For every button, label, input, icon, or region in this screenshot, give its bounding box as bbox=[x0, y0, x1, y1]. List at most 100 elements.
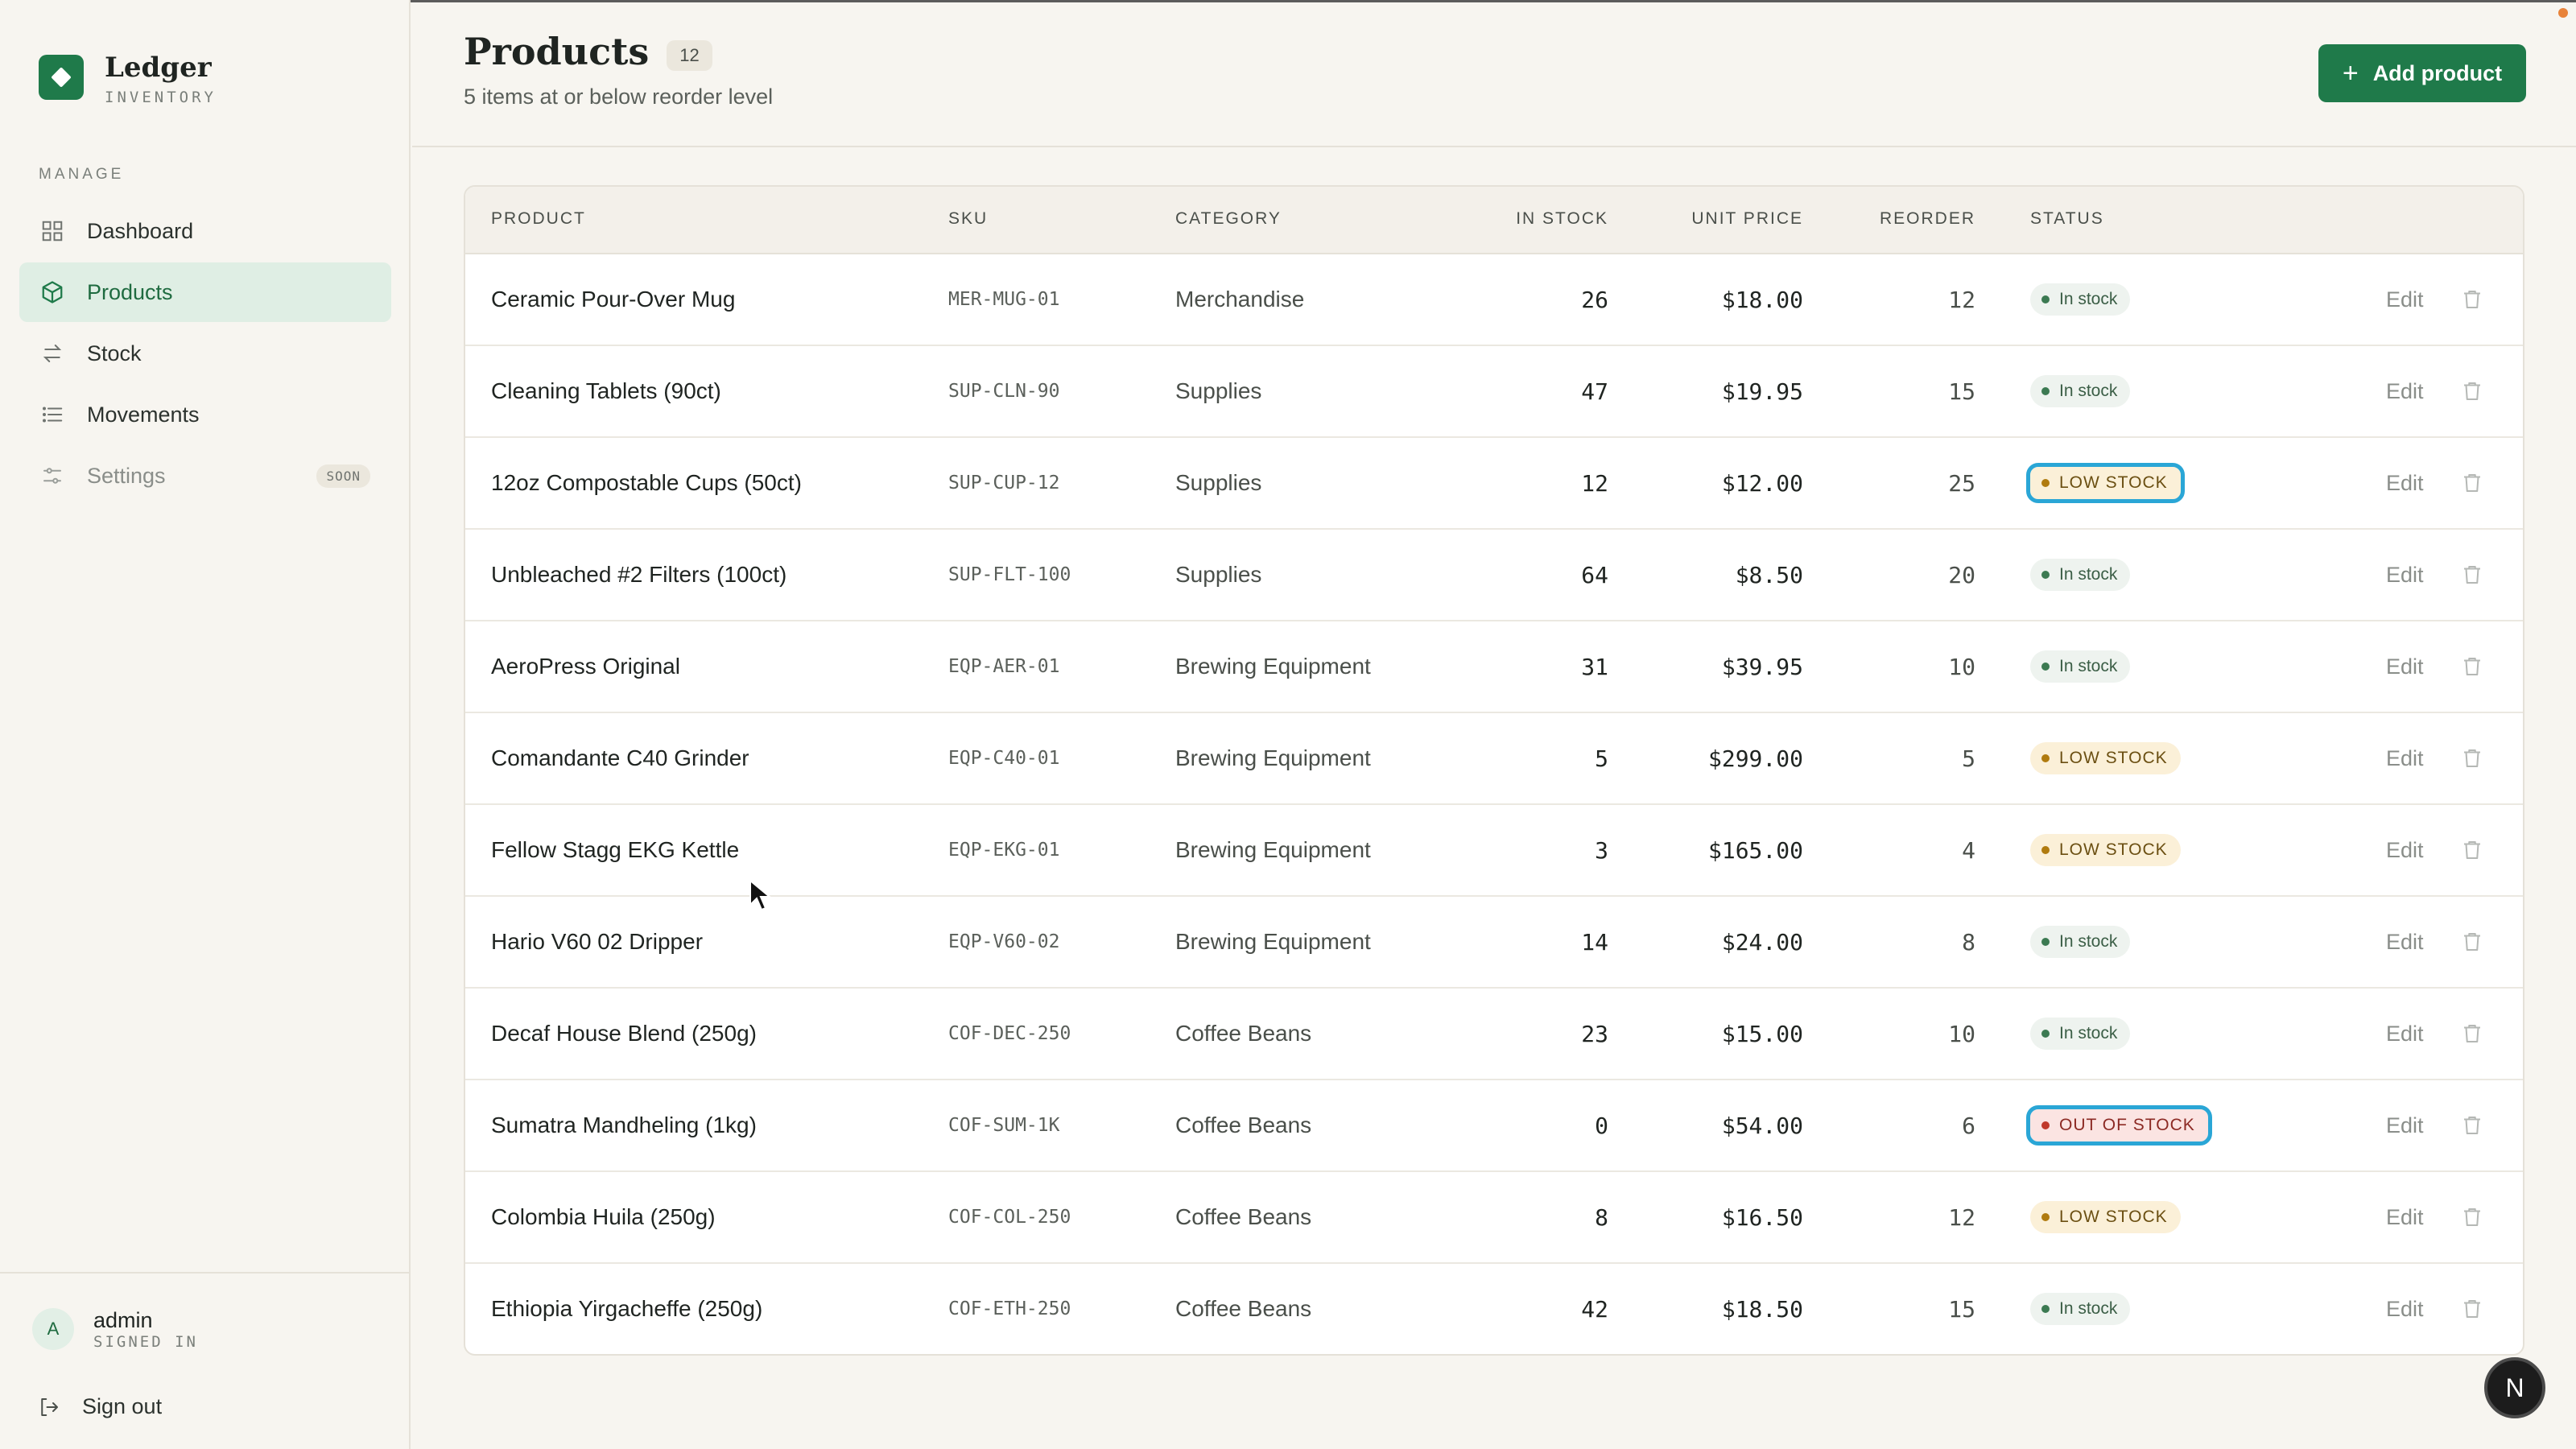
column-header-category[interactable]: CATEGORY bbox=[1175, 209, 1282, 229]
delete-button[interactable] bbox=[2460, 346, 2484, 436]
unit-price-value: $16.50 bbox=[1721, 1203, 1803, 1231]
product-category: Brewing Equipment bbox=[1175, 654, 1371, 679]
edit-button[interactable]: Edit bbox=[2386, 805, 2424, 895]
delete-button[interactable] bbox=[2460, 897, 2484, 987]
table-row[interactable]: Sumatra Mandheling (1kg) COF-SUM-1K Coffee… bbox=[465, 1080, 2523, 1172]
status-badge: In stock bbox=[2030, 559, 2131, 591]
trash-icon bbox=[2464, 566, 2480, 584]
delete-button[interactable] bbox=[2460, 530, 2484, 620]
reorder-level-value: 12 bbox=[1948, 286, 1975, 313]
mouse-cursor-icon bbox=[749, 879, 772, 911]
edit-button[interactable]: Edit bbox=[2386, 621, 2424, 712]
column-header-status[interactable]: STATUS bbox=[2030, 209, 2104, 229]
table-row[interactable]: Ceramic Pour-Over Mug MER-MUG-01 Merchandi… bbox=[465, 254, 2523, 346]
product-category: Coffee Beans bbox=[1175, 1296, 1312, 1321]
status-label: In stock bbox=[2059, 1024, 2118, 1042]
edit-button[interactable]: Edit bbox=[2386, 438, 2424, 528]
table-row[interactable]: Comandante C40 Grinder EQP-C40-01 Brewing … bbox=[465, 713, 2523, 805]
status-label: In stock bbox=[2059, 1299, 2118, 1318]
table-row[interactable]: Ethiopia Yirgacheffe (250g) COF-ETH-250 Co… bbox=[465, 1264, 2523, 1354]
trash-icon bbox=[2464, 291, 2480, 308]
page-subtitle: 5 items at or below reorder level bbox=[464, 85, 774, 109]
delete-button[interactable] bbox=[2460, 1264, 2484, 1354]
in-stock-value: 23 bbox=[1581, 1020, 1608, 1047]
table-row[interactable]: Hario V60 02 Dripper EQP-V60-02 Brewing Eq… bbox=[465, 897, 2523, 989]
sign-out-button[interactable]: Sign out bbox=[37, 1394, 162, 1419]
product-name: Ceramic Pour-Over Mug bbox=[491, 287, 736, 312]
floating-action-button[interactable]: N bbox=[2484, 1357, 2545, 1418]
in-stock-value: 64 bbox=[1581, 561, 1608, 588]
delete-button[interactable] bbox=[2460, 989, 2484, 1079]
product-name: Hario V60 02 Dripper bbox=[491, 929, 704, 954]
edit-button[interactable]: Edit bbox=[2386, 530, 2424, 620]
status-badge: LOW STOCK bbox=[2030, 834, 2181, 866]
column-header-sku[interactable]: SKU bbox=[948, 209, 988, 229]
nav-section-label: MANAGE bbox=[39, 166, 125, 183]
column-header-unit-price[interactable]: UNIT PRICE bbox=[1691, 209, 1803, 229]
delete-button[interactable] bbox=[2460, 1172, 2484, 1262]
brand-name: Ledger bbox=[105, 52, 212, 84]
table-row[interactable]: Decaf House Blend (250g) COF-DEC-250 Coffe… bbox=[465, 989, 2523, 1080]
status-cell: OUT OF STOCK bbox=[2026, 1080, 2212, 1170]
table-row[interactable]: Colombia Huila (250g) COF-COL-250 Coffee B… bbox=[465, 1172, 2523, 1264]
trash-icon bbox=[2464, 382, 2480, 400]
trash-icon bbox=[2464, 841, 2480, 859]
product-sku: EQP-AER-01 bbox=[948, 656, 1060, 677]
status-label: In stock bbox=[2059, 382, 2118, 400]
table-row[interactable]: Cleaning Tablets (90ct) SUP-CLN-90 Supplie… bbox=[465, 346, 2523, 438]
sidebar-item-settings[interactable]: Settings SOON bbox=[19, 446, 391, 506]
column-header-reorder[interactable]: REORDER bbox=[1880, 209, 1975, 229]
reorder-level-value: 15 bbox=[1948, 1295, 1975, 1323]
avatar: A bbox=[32, 1308, 74, 1350]
status-label: OUT OF STOCK bbox=[2059, 1116, 2195, 1134]
delete-button[interactable] bbox=[2460, 438, 2484, 528]
edit-button[interactable]: Edit bbox=[2386, 1264, 2424, 1354]
reorder-level-value: 5 bbox=[1962, 745, 1975, 772]
status-dot-icon bbox=[2041, 1305, 2050, 1313]
in-stock-value: 26 bbox=[1581, 286, 1608, 313]
brand[interactable]: Ledger INVENTORY bbox=[39, 50, 217, 106]
product-sku: SUP-CUP-12 bbox=[948, 473, 1060, 493]
reorder-level-value: 8 bbox=[1962, 928, 1975, 956]
add-product-button[interactable]: + Add product bbox=[2318, 44, 2526, 102]
table-row[interactable]: Unbleached #2 Filters (100ct) SUP-FLT-100… bbox=[465, 530, 2523, 621]
user-profile: A admin SIGNED IN bbox=[32, 1307, 198, 1351]
edit-button[interactable]: Edit bbox=[2386, 897, 2424, 987]
table-row[interactable]: AeroPress Original EQP-AER-01 Brewing Equi… bbox=[465, 621, 2523, 713]
sidebar-item-dashboard[interactable]: Dashboard bbox=[19, 201, 391, 261]
delete-button[interactable] bbox=[2460, 713, 2484, 803]
sidebar-item-movements[interactable]: Movements bbox=[19, 385, 391, 444]
unit-price-value: $165.00 bbox=[1707, 836, 1803, 864]
table-row[interactable]: 12oz Compostable Cups (50ct) SUP-CUP-12 Su… bbox=[465, 438, 2523, 530]
plus-icon: + bbox=[2342, 58, 2359, 89]
column-header-product[interactable]: PRODUCT bbox=[491, 209, 586, 229]
product-name: Sumatra Mandheling (1kg) bbox=[491, 1113, 757, 1137]
sidebar-footer: A admin SIGNED IN Sign out bbox=[0, 1272, 409, 1449]
status-cell: LOW STOCK bbox=[2030, 1172, 2181, 1262]
status-cell: LOW STOCK bbox=[2030, 805, 2181, 895]
delete-button[interactable] bbox=[2460, 254, 2484, 345]
unit-price-value: $15.00 bbox=[1721, 1020, 1803, 1047]
column-header-in-stock[interactable]: IN STOCK bbox=[1516, 209, 1608, 229]
reorder-level-value: 15 bbox=[1948, 378, 1975, 405]
edit-button[interactable]: Edit bbox=[2386, 254, 2424, 345]
product-sku: SUP-FLT-100 bbox=[948, 564, 1071, 585]
status-cell: LOW STOCK bbox=[2026, 438, 2185, 528]
unit-price-value: $24.00 bbox=[1721, 928, 1803, 956]
status-badge: OUT OF STOCK bbox=[2026, 1105, 2212, 1146]
edit-button[interactable]: Edit bbox=[2386, 1080, 2424, 1170]
edit-button[interactable]: Edit bbox=[2386, 346, 2424, 436]
sidebar-item-products[interactable]: Products bbox=[19, 262, 391, 322]
trash-icon bbox=[2464, 1117, 2480, 1134]
edit-button[interactable]: Edit bbox=[2386, 1172, 2424, 1262]
edit-button[interactable]: Edit bbox=[2386, 989, 2424, 1079]
edit-button[interactable]: Edit bbox=[2386, 713, 2424, 803]
delete-button[interactable] bbox=[2460, 1080, 2484, 1170]
delete-button[interactable] bbox=[2460, 805, 2484, 895]
trash-icon bbox=[2464, 749, 2480, 767]
table-row[interactable]: Fellow Stagg EKG Kettle EQP-EKG-01 Brewing… bbox=[465, 805, 2523, 897]
status-label: In stock bbox=[2059, 565, 2118, 584]
sidebar-item-stock[interactable]: Stock bbox=[19, 324, 391, 383]
trash-icon bbox=[2464, 1300, 2480, 1318]
delete-button[interactable] bbox=[2460, 621, 2484, 712]
